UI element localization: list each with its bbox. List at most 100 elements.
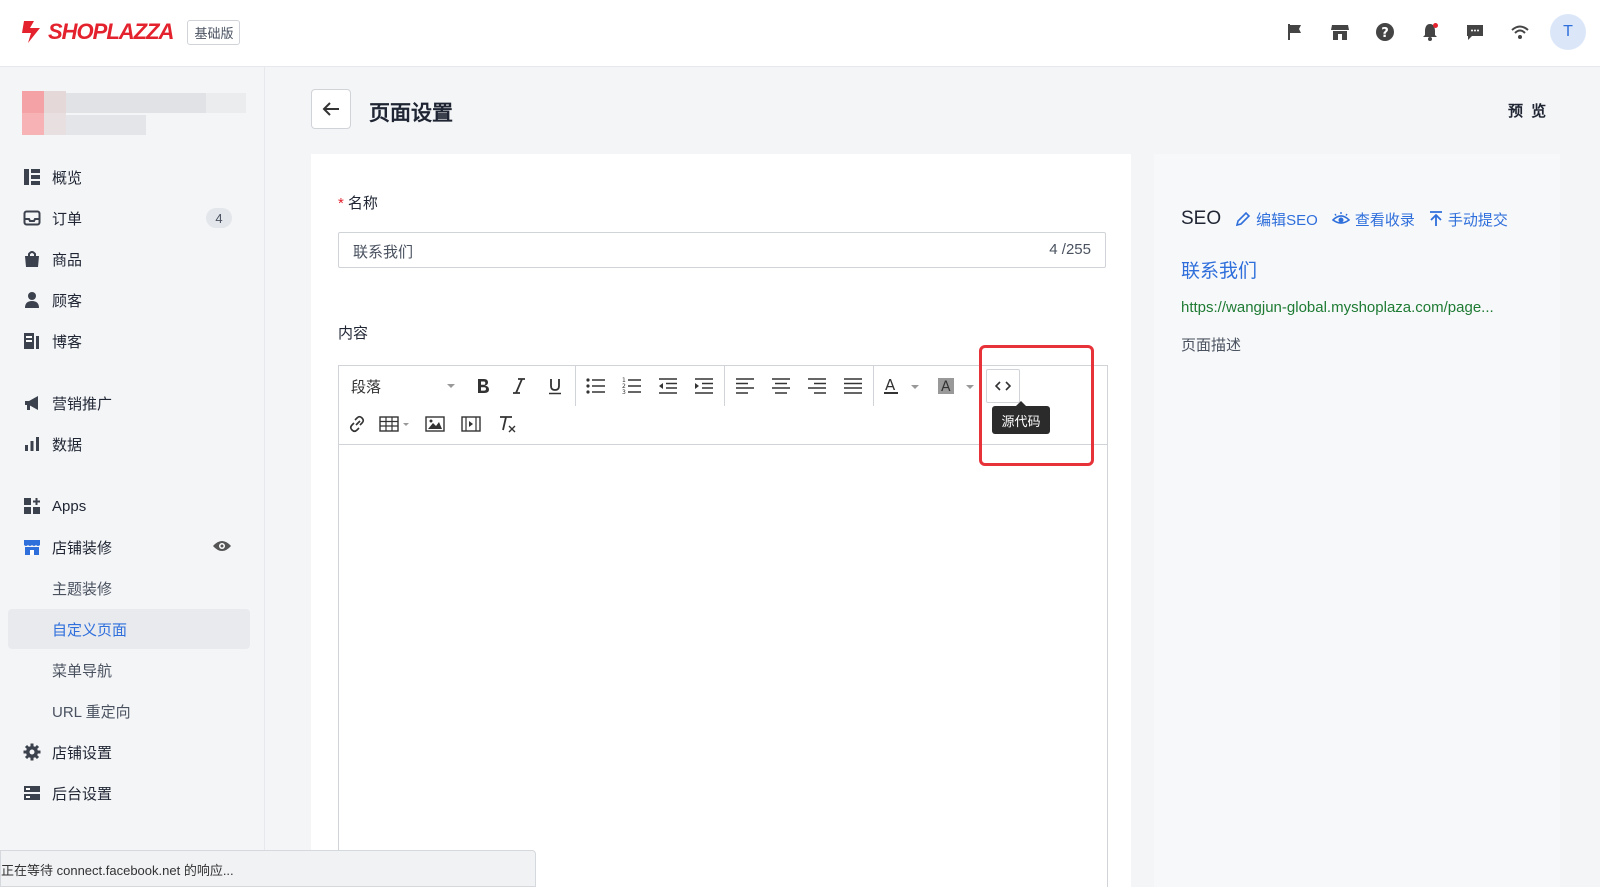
toolbar-row-1: 段落 123 A A xyxy=(339,366,1020,406)
server-icon xyxy=(22,783,42,803)
storefront-icon xyxy=(22,537,42,557)
align-right-icon[interactable] xyxy=(799,368,835,404)
sidebar-item-custom-pages[interactable]: 自定义页面 xyxy=(8,609,250,649)
blog-icon xyxy=(22,331,42,351)
manual-submit-button[interactable]: 手动提交 xyxy=(1429,209,1508,230)
italic-icon[interactable] xyxy=(501,368,537,404)
gear-icon xyxy=(22,742,42,762)
sidebar-item-label: URL 重定向 xyxy=(52,703,131,721)
flag-icon[interactable] xyxy=(1272,14,1317,50)
sidebar-item-label: Apps xyxy=(52,497,87,515)
top-bar: SHOPLAZZA 基础版 ? T xyxy=(0,0,1600,67)
sidebar-item-admin-settings[interactable]: 后台设置 xyxy=(8,773,250,813)
table-icon[interactable] xyxy=(375,406,417,442)
person-icon xyxy=(22,290,42,310)
chevron-down-icon xyxy=(447,384,455,388)
align-center-icon[interactable] xyxy=(763,368,799,404)
sidebar-item-products[interactable]: 商品 xyxy=(8,239,250,279)
toolbar-row-2 xyxy=(339,404,525,444)
numbered-list-icon[interactable]: 123 xyxy=(614,368,650,404)
sidebar: 概览 订单 4 商品 顾客 博客 营销推广 数据 Apps 店铺装修 主题装修 … xyxy=(0,67,265,887)
seo-title: SEO xyxy=(1181,208,1222,229)
sidebar-item-label: 概览 xyxy=(52,169,83,187)
back-button[interactable] xyxy=(311,89,351,129)
sidebar-item-url-redirects[interactable]: URL 重定向 xyxy=(8,691,250,731)
seo-preview-url: https://wangjun-global.myshoplaza.com/pa… xyxy=(1181,299,1494,316)
eye-icon xyxy=(1331,212,1350,224)
sidebar-item-label: 店铺设置 xyxy=(52,744,113,762)
seo-header: SEO 编辑SEO 查看收录 手动提交 xyxy=(1181,208,1522,230)
sidebar-item-label: 后台设置 xyxy=(52,785,113,803)
align-justify-icon[interactable] xyxy=(835,368,871,404)
sidebar-item-label: 店铺装修 xyxy=(52,539,113,557)
wifi-icon[interactable] xyxy=(1497,14,1542,50)
sidebar-item-label: 顾客 xyxy=(52,292,83,310)
required-asterisk: * xyxy=(338,195,344,212)
sidebar-item-themes[interactable]: 主题装修 xyxy=(8,568,250,608)
paragraph-format-select[interactable]: 段落 xyxy=(339,368,465,404)
sidebar-item-label: 主题装修 xyxy=(52,580,113,598)
highlight-color-icon[interactable]: A xyxy=(930,368,986,404)
name-input[interactable]: 联系我们 4 /255 xyxy=(338,232,1106,268)
svg-text:3: 3 xyxy=(622,389,626,395)
sidebar-item-analytics[interactable]: 数据 xyxy=(8,424,250,464)
notification-dot xyxy=(1433,23,1438,28)
video-icon[interactable] xyxy=(453,406,489,442)
help-icon[interactable]: ? xyxy=(1362,14,1407,50)
toolbar-separator xyxy=(873,366,874,406)
preview-button[interactable]: 预 览 xyxy=(1508,100,1548,121)
toolbar-separator xyxy=(724,366,725,406)
indent-icon[interactable] xyxy=(686,368,722,404)
sidebar-item-navigation[interactable]: 菜单导航 xyxy=(8,650,250,690)
svg-text:A: A xyxy=(941,379,951,395)
sidebar-item-label: 博客 xyxy=(52,333,83,351)
align-left-icon[interactable] xyxy=(727,368,763,404)
underline-icon[interactable] xyxy=(537,368,573,404)
sidebar-item-marketing[interactable]: 营销推广 xyxy=(8,383,250,423)
view-index-button[interactable]: 查看收录 xyxy=(1331,209,1415,230)
sidebar-item-online-store[interactable]: 店铺装修 xyxy=(8,527,250,567)
image-icon[interactable] xyxy=(417,406,453,442)
arrow-left-icon xyxy=(322,102,339,116)
sidebar-item-apps[interactable]: Apps xyxy=(8,486,250,526)
outdent-icon[interactable] xyxy=(650,368,686,404)
sidebar-item-label: 自定义页面 xyxy=(52,621,128,639)
edit-seo-button[interactable]: 编辑SEO xyxy=(1235,209,1318,230)
bullet-list-icon[interactable] xyxy=(578,368,614,404)
sidebar-item-overview[interactable]: 概览 xyxy=(8,157,250,197)
name-char-count: 4 /255 xyxy=(1049,241,1091,258)
bold-icon[interactable] xyxy=(465,368,501,404)
sidebar-item-label: 营销推广 xyxy=(52,395,113,413)
pencil-icon xyxy=(1236,211,1251,227)
plan-badge: 基础版 xyxy=(187,19,241,45)
edit-seo-label: 编辑SEO xyxy=(1256,211,1318,229)
name-label-text: 名称 xyxy=(347,195,378,212)
shoplazza-logo-icon xyxy=(22,21,40,43)
sidebar-item-orders[interactable]: 订单 4 xyxy=(8,198,250,238)
clear-format-icon[interactable] xyxy=(489,406,525,442)
view-index-label: 查看收录 xyxy=(1354,211,1415,229)
toolbar-separator xyxy=(575,366,576,406)
eye-icon[interactable] xyxy=(212,539,232,553)
user-avatar[interactable]: T xyxy=(1550,14,1586,50)
svg-text:?: ? xyxy=(1381,26,1389,41)
annotation-highlight-box xyxy=(979,345,1094,466)
overview-icon xyxy=(22,167,42,187)
sidebar-item-store-settings[interactable]: 店铺设置 xyxy=(8,732,250,772)
bell-icon[interactable] xyxy=(1407,14,1452,50)
manual-submit-label: 手动提交 xyxy=(1447,211,1508,229)
upload-icon xyxy=(1429,211,1442,226)
name-field-label: * 名称 xyxy=(338,192,378,213)
sidebar-item-blog[interactable]: 博客 xyxy=(8,321,250,361)
shoplazza-logo[interactable]: SHOPLAZZA 基础版 xyxy=(20,19,241,45)
sidebar-item-customers[interactable]: 顾客 xyxy=(8,280,250,320)
store-icon[interactable] xyxy=(1317,14,1362,50)
seo-preview-description: 页面描述 xyxy=(1181,337,1242,354)
page-title: 页面设置 xyxy=(369,102,453,125)
text-color-icon[interactable]: A xyxy=(876,368,930,404)
sidebar-item-label: 菜单导航 xyxy=(52,662,113,680)
message-icon[interactable] xyxy=(1452,14,1497,50)
page-settings-card: * 名称 联系我们 4 /255 内容 段落 123 A A xyxy=(311,154,1131,887)
link-icon[interactable] xyxy=(339,406,375,442)
seo-preview-title[interactable]: 联系我们 xyxy=(1181,256,1257,283)
